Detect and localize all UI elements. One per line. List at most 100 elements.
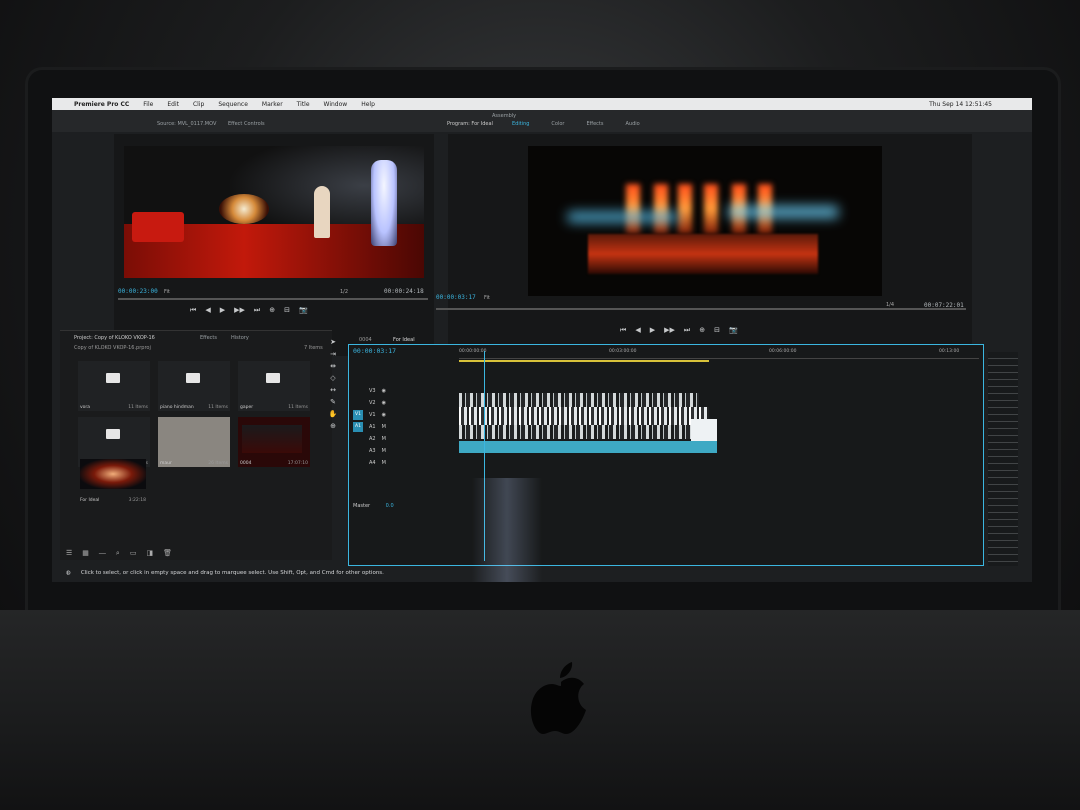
time-ruler[interactable]: 00:00:00:00 00:03:00:00 00:06:00:00 00:1… (459, 347, 979, 359)
menu-app-name[interactable]: Premiere Pro CC (74, 101, 129, 108)
track-a3[interactable]: A3 M (353, 445, 453, 457)
razor-tool-icon[interactable]: ◇ (330, 374, 335, 382)
pen-tool-icon[interactable]: ✎ (330, 398, 336, 406)
hand-tool-icon[interactable]: ✋ (329, 410, 338, 418)
menu-item-title[interactable]: Title (297, 101, 310, 108)
tab-sequence-0004[interactable]: 0004 (359, 337, 372, 343)
source-patch[interactable] (353, 398, 363, 408)
work-area-bar[interactable] (459, 360, 709, 362)
track-select-icon[interactable]: ⇥ (330, 350, 336, 358)
menu-item-window[interactable]: Window (324, 101, 348, 108)
mute-icon[interactable]: M (382, 460, 386, 466)
source-timecode-in[interactable]: 00:00:23:00 (118, 288, 158, 295)
mute-icon[interactable]: M (382, 424, 386, 430)
workspace-tab-effects[interactable]: Effects (586, 121, 603, 127)
menu-item-sequence[interactable]: Sequence (218, 101, 248, 108)
play-icon[interactable]: ▶ (220, 306, 225, 315)
project-panel-title[interactable]: Project: Copy of KLOKO VKOP-16 (74, 335, 155, 341)
clip-0004[interactable]: 0004 17:07:10 (238, 417, 310, 467)
source-scrubber[interactable] (118, 298, 428, 300)
source-patch[interactable]: V1 (353, 410, 363, 420)
new-bin-icon[interactable]: ▭ (130, 549, 137, 557)
eye-icon[interactable]: ◉ (382, 400, 386, 406)
program-timecode-in[interactable]: 00:00:03:17 (436, 294, 476, 301)
timeline-timecode[interactable]: 00:00:03:17 (353, 347, 396, 355)
eye-icon[interactable]: ◉ (382, 412, 386, 418)
extract-icon[interactable]: ⊟ (714, 326, 720, 335)
clip-area[interactable] (459, 393, 729, 463)
source-patch[interactable] (353, 386, 363, 396)
sequence-for-ideal[interactable]: For Ideal 3:22:18 (78, 457, 150, 505)
source-patch[interactable] (353, 458, 363, 468)
source-video-frame[interactable] (124, 146, 424, 278)
new-item-icon[interactable]: ◨ (146, 549, 153, 557)
lift-icon[interactable]: ⊕ (699, 326, 705, 335)
tab-sequence-for-ideal[interactable]: For Ideal (393, 337, 415, 343)
step-back-icon[interactable]: ⏮ (620, 326, 626, 335)
program-scrubber[interactable] (436, 308, 966, 310)
frame-back-icon[interactable]: ◀ (205, 306, 210, 315)
workspace-tab-editing[interactable]: Editing (512, 121, 529, 127)
tab-program[interactable]: Program: For Ideal (447, 121, 493, 127)
menu-item-edit[interactable]: Edit (167, 101, 179, 108)
list-view-icon[interactable]: ☰ (66, 549, 72, 557)
play-icon[interactable]: ▶ (650, 326, 655, 335)
menu-item-clip[interactable]: Clip (193, 101, 204, 108)
insert-icon[interactable]: ⊕ (269, 306, 275, 315)
program-video-frame[interactable] (528, 146, 882, 296)
frame-forward-icon[interactable]: ▶▶ (234, 306, 245, 315)
zoom-slider-icon[interactable]: ― (99, 549, 106, 557)
menu-item-help[interactable]: Help (361, 101, 375, 108)
frame-forward-icon[interactable]: ▶▶ (664, 326, 675, 335)
export-frame-icon[interactable]: 📷 (299, 306, 308, 315)
overwrite-icon[interactable]: ⊟ (284, 306, 290, 315)
workspace-tab-audio[interactable]: Audio (625, 121, 639, 127)
track-name: V3 (369, 388, 376, 394)
video-clips-v2[interactable] (459, 407, 709, 425)
white-clip[interactable] (691, 419, 717, 441)
bin-maur[interactable]: maur 26 Items (158, 417, 230, 467)
menu-item-file[interactable]: File (143, 101, 153, 108)
icon-view-icon[interactable]: ▦ (82, 549, 89, 557)
step-forward-icon[interactable]: ⏭ (684, 326, 690, 335)
bin-piano-hindman[interactable]: piano hindman 11 Items (158, 361, 230, 411)
timeline-panel[interactable]: 0004 For Ideal 00:00:03:17 00:00:00:00 0… (348, 337, 984, 566)
source-patch[interactable]: A1 (353, 422, 363, 432)
track-v2[interactable]: V2 ◉ (353, 397, 453, 409)
step-forward-icon[interactable]: ⏭ (254, 306, 260, 315)
ripple-edit-icon[interactable]: ⇹ (330, 362, 336, 370)
track-a1[interactable]: A1 A1 M (353, 421, 453, 433)
source-fraction-select[interactable]: 1/2 (340, 289, 348, 295)
source-fit-select[interactable]: Fit (164, 289, 170, 295)
bin-vora[interactable]: vora 11 Items (78, 361, 150, 411)
mute-icon[interactable]: M (382, 436, 386, 442)
source-patch[interactable] (353, 446, 363, 456)
track-a4[interactable]: A4 M (353, 457, 453, 469)
eye-icon[interactable]: ◉ (382, 388, 386, 394)
mute-icon[interactable]: M (382, 448, 386, 454)
tab-history[interactable]: History (231, 335, 249, 341)
track-v1[interactable]: V1 V1 ◉ (353, 409, 453, 421)
frame-back-icon[interactable]: ◀ (635, 326, 640, 335)
workspace-tab-color[interactable]: Color (551, 121, 564, 127)
menu-clock[interactable]: Thu Sep 14 12:51:45 (929, 101, 1032, 108)
piano (132, 212, 184, 242)
master-volume[interactable]: 0.0 (386, 503, 394, 509)
selection-tool-icon[interactable]: ➤ (330, 338, 336, 346)
menu-item-marker[interactable]: Marker (262, 101, 283, 108)
program-fit-select[interactable]: Fit (484, 295, 490, 301)
tab-effect-controls[interactable]: Effect Controls (228, 121, 265, 127)
bin-gaper[interactable]: gaper 11 Items (238, 361, 310, 411)
find-icon[interactable]: ⌕ (116, 549, 120, 558)
step-back-icon[interactable]: ⏮ (190, 306, 196, 315)
export-frame-icon[interactable]: 📷 (729, 326, 738, 335)
trash-icon[interactable]: 🗑 (163, 549, 172, 557)
zoom-tool-icon[interactable]: ⊕ (330, 422, 336, 430)
track-a2[interactable]: A2 M (353, 433, 453, 445)
audio-clip-a1[interactable] (459, 441, 717, 453)
source-patch[interactable] (353, 434, 363, 444)
tab-source[interactable]: Source: MVL_0117.MOV (157, 121, 216, 127)
track-v3[interactable]: V3 ◉ (353, 385, 453, 397)
slip-tool-icon[interactable]: ↔ (330, 386, 336, 394)
tab-effects[interactable]: Effects (200, 335, 217, 341)
